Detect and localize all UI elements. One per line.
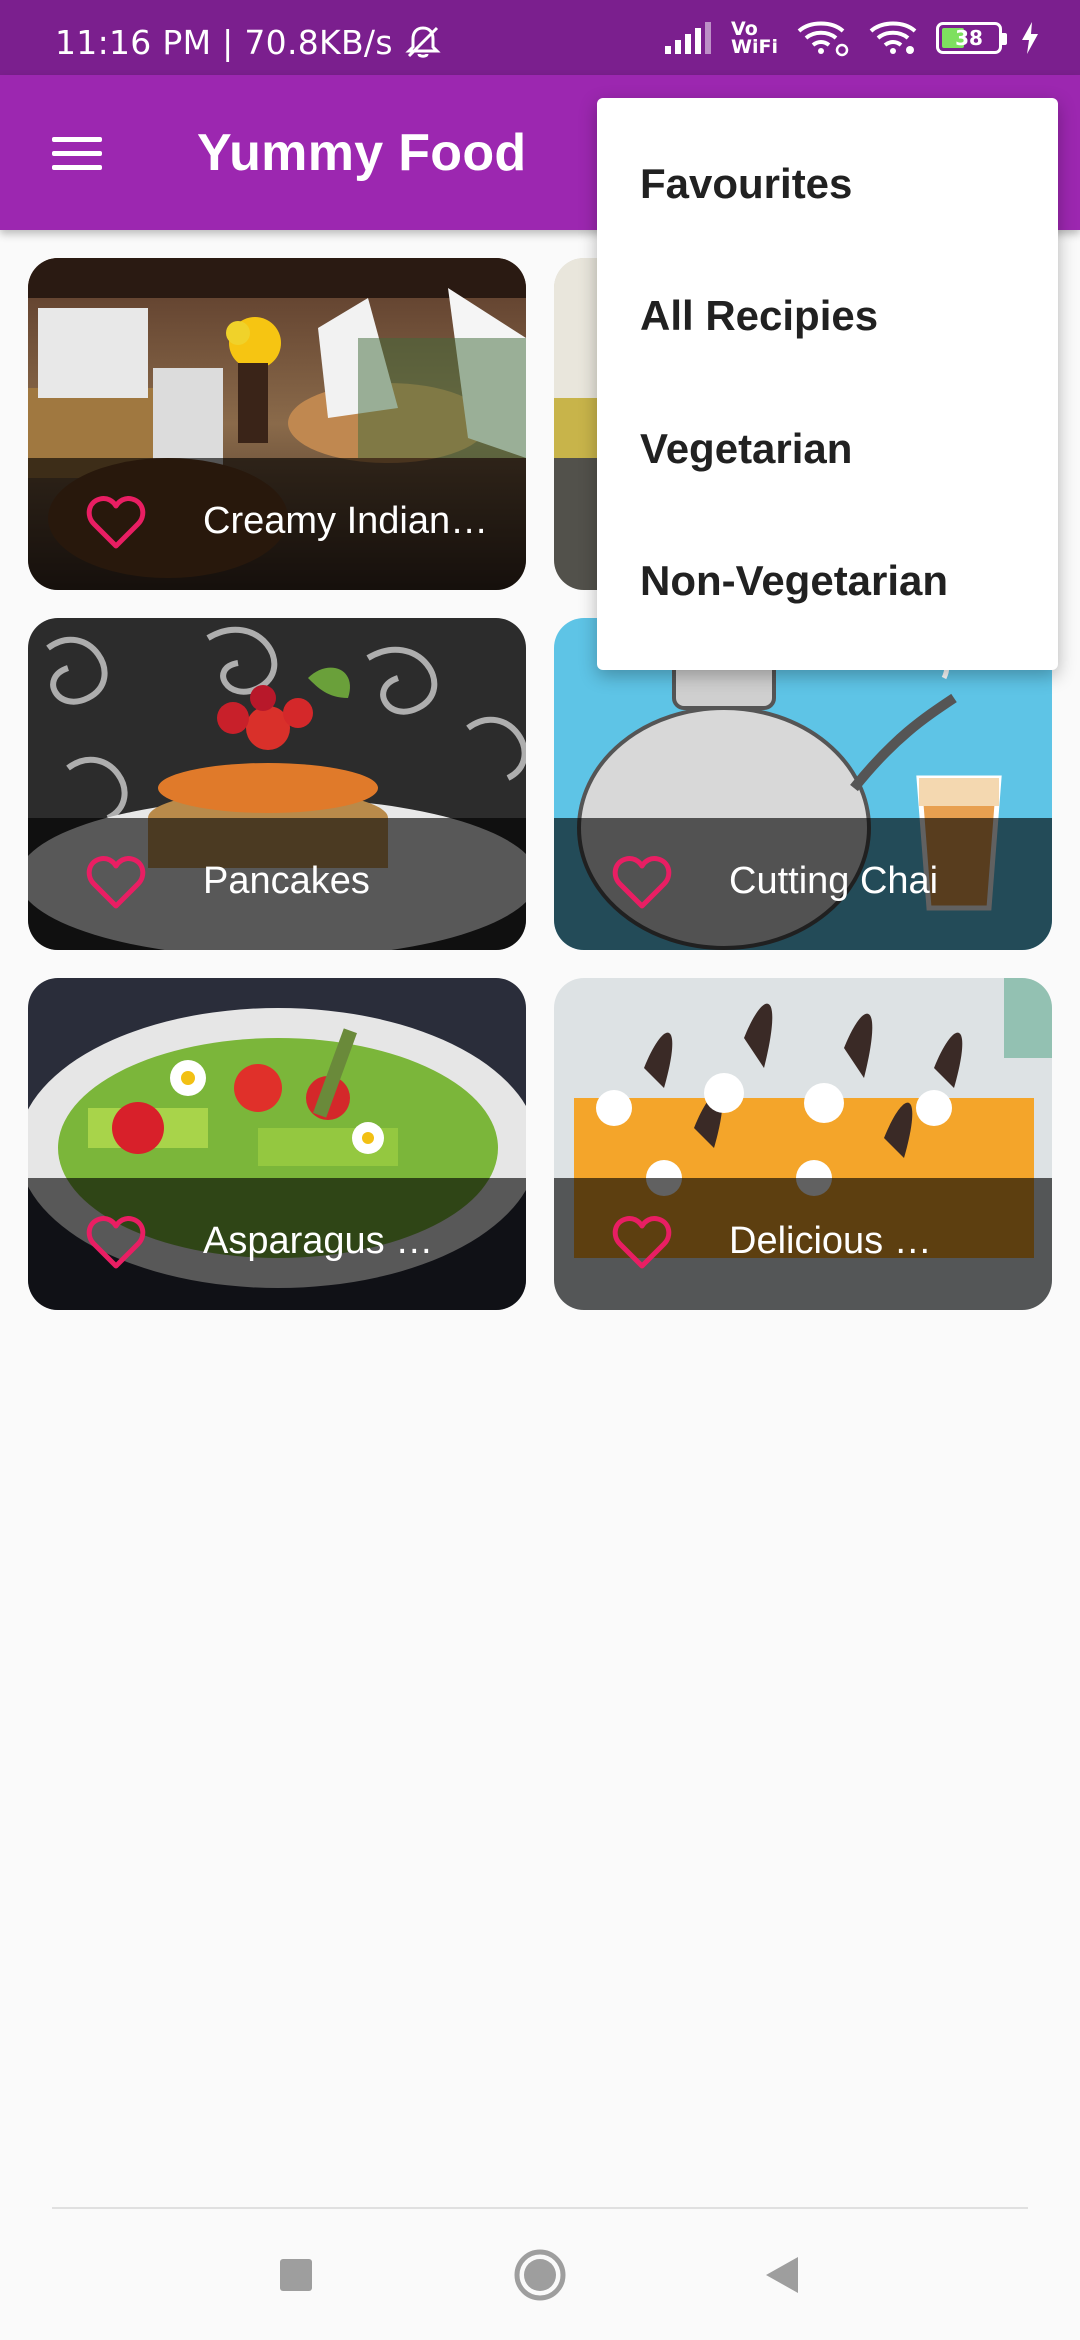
menu-item-all-recipies[interactable]: All Recipies	[640, 292, 878, 340]
filter-menu: Favourites All Recipies Vegetarian Non-V…	[597, 98, 1058, 670]
home-button[interactable]	[470, 2209, 610, 2340]
recipe-card[interactable]: Delicious …	[554, 978, 1052, 1310]
status-left: 11:16 PM | 70.8KB/s	[55, 22, 443, 62]
system-nav-bar	[0, 2209, 1080, 2340]
recipe-title: Pancakes	[203, 860, 370, 902]
heart-outline-icon[interactable]	[86, 854, 146, 910]
battery-percent: 38	[955, 26, 983, 50]
signal-icon	[665, 22, 712, 54]
recipe-title: Asparagus …	[203, 1220, 434, 1262]
recipe-title: Cutting Chai	[729, 860, 939, 902]
circle-icon	[514, 2249, 566, 2300]
mute-notifications-icon	[405, 26, 441, 58]
menu-item-favourites[interactable]: Favourites	[640, 160, 852, 208]
wifi-icon	[869, 21, 917, 54]
status-right: Vo WiFi 38	[663, 18, 1040, 58]
vowifi-bottom: WiFi	[731, 36, 778, 58]
heart-outline-icon[interactable]	[612, 1214, 672, 1270]
recipe-card-footer: Asparagus …	[28, 1178, 526, 1310]
recipe-card[interactable]: Pancakes	[28, 618, 526, 950]
recipe-card-footer: Cutting Chai	[554, 818, 1052, 950]
menu-icon-line	[52, 136, 102, 142]
charging-bolt-icon	[1022, 22, 1038, 54]
status-time-speed: 11:16 PM | 70.8KB/s	[55, 22, 393, 62]
recipe-card-footer: Pancakes	[28, 818, 526, 950]
recipe-card[interactable]: Asparagus …	[28, 978, 526, 1310]
heart-outline-icon[interactable]	[86, 1214, 146, 1270]
back-button[interactable]	[712, 2209, 852, 2340]
heart-outline-icon[interactable]	[612, 854, 672, 910]
menu-item-vegetarian[interactable]: Vegetarian	[640, 425, 852, 473]
square-icon	[280, 2258, 312, 2291]
battery-tip	[1002, 33, 1007, 45]
app-title: Yummy Food	[197, 124, 527, 182]
menu-icon-line	[52, 150, 102, 156]
heart-outline-icon[interactable]	[86, 494, 146, 550]
recipe-title: Delicious …	[729, 1220, 932, 1262]
battery-icon: 38	[936, 22, 1007, 54]
triangle-back-icon	[766, 2256, 798, 2293]
menu-button[interactable]	[40, 123, 116, 183]
status-bar: 11:16 PM | 70.8KB/s Vo WiFi 38	[0, 0, 1080, 75]
wifi-link-icon	[797, 21, 849, 57]
recipe-card-footer: Delicious …	[554, 1178, 1052, 1310]
menu-item-non-vegetarian[interactable]: Non-Vegetarian	[640, 557, 948, 605]
recipe-card[interactable]: Creamy Indian…	[28, 258, 526, 590]
vowifi-indicator: Vo WiFi	[731, 20, 778, 58]
recents-button[interactable]	[226, 2209, 366, 2340]
recipe-title: Creamy Indian…	[203, 500, 489, 542]
menu-icon-line	[52, 164, 102, 170]
recipe-card-footer: Creamy Indian…	[28, 458, 526, 590]
